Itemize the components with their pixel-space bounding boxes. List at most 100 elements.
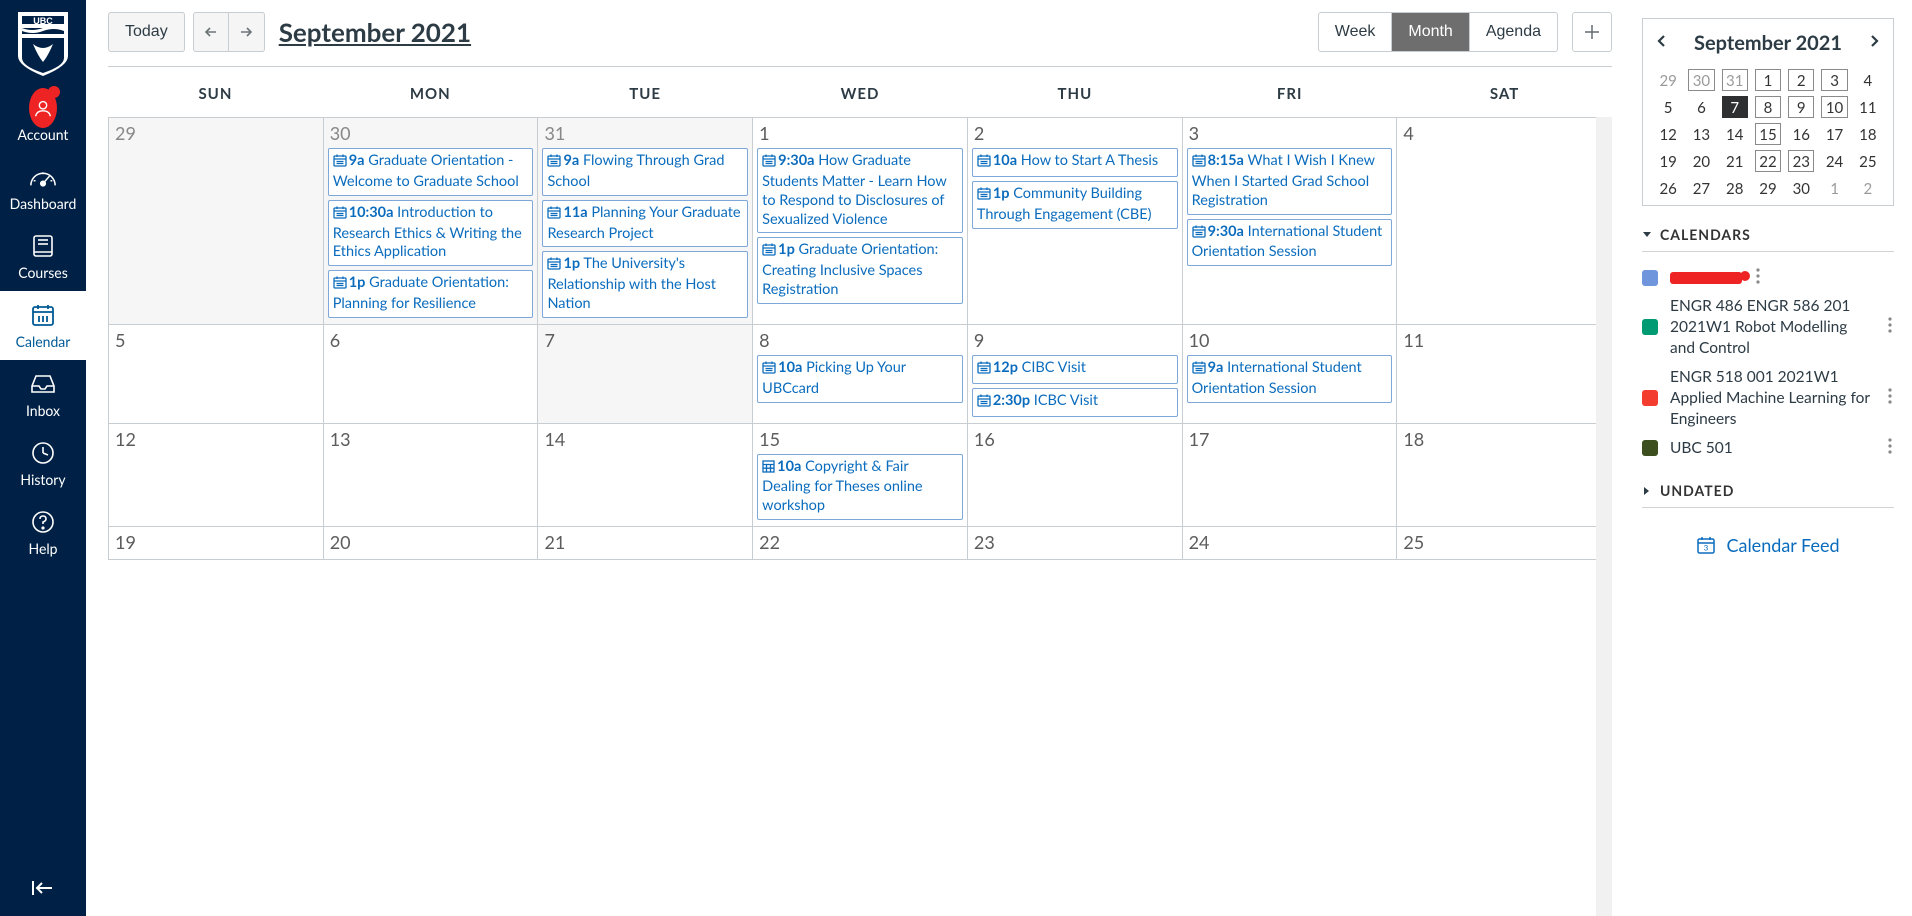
mini-day[interactable]: 1 <box>1821 177 1847 199</box>
nav-dashboard[interactable]: Dashboard <box>0 153 86 222</box>
calendar-event[interactable]: 9:30a How Graduate Students Matter - Lea… <box>757 148 963 233</box>
next-month-button[interactable] <box>229 12 265 52</box>
mini-day[interactable]: 3 <box>1821 69 1847 91</box>
calendar-event[interactable]: 1p Graduate Orientation: Planning for Re… <box>328 270 534 318</box>
calendar-list-item[interactable] <box>1642 264 1894 292</box>
calendar-event[interactable]: 9a Graduate Orientation - Welcome to Gra… <box>328 148 534 196</box>
calendar-options-button[interactable] <box>1886 317 1894 337</box>
calendar-event[interactable]: 8:15a What I Wish I Knew When I Started … <box>1187 148 1393 215</box>
day-cell[interactable]: 14 <box>538 424 753 528</box>
nav-history[interactable]: History <box>0 429 86 498</box>
view-agenda-button[interactable]: Agenda <box>1470 12 1558 52</box>
nav-calendar[interactable]: Calendar <box>0 291 86 360</box>
nav-help[interactable]: Help <box>0 498 86 567</box>
day-cell[interactable]: 29 <box>109 118 324 325</box>
mini-day[interactable]: 8 <box>1755 96 1781 118</box>
mini-day[interactable]: 24 <box>1821 150 1847 172</box>
mini-day[interactable]: 17 <box>1821 123 1847 145</box>
calendar-list-item[interactable]: UBC 501 <box>1642 434 1894 463</box>
mini-day[interactable]: 28 <box>1722 177 1748 199</box>
calendar-feed-link[interactable]: 3 Calendar Feed <box>1642 534 1894 556</box>
calendar-event[interactable]: 1p Community Building Through Engagement… <box>972 181 1178 229</box>
calendar-event[interactable]: 9a International Student Orientation Ses… <box>1187 355 1393 403</box>
mini-day[interactable]: 4 <box>1855 69 1881 91</box>
day-cell[interactable]: 20 <box>324 527 539 560</box>
mini-day[interactable]: 1 <box>1755 69 1781 91</box>
view-week-button[interactable]: Week <box>1318 12 1393 52</box>
mini-day[interactable]: 11 <box>1855 96 1881 118</box>
calendar-event[interactable]: 2:30p ICBC Visit <box>972 388 1178 417</box>
mini-day[interactable]: 15 <box>1755 123 1781 145</box>
mini-day[interactable]: 27 <box>1688 177 1714 199</box>
day-cell[interactable]: 25 <box>1397 527 1612 560</box>
scrollbar[interactable] <box>1596 117 1612 916</box>
day-cell[interactable]: 38:15a What I Wish I Knew When I Started… <box>1183 118 1398 325</box>
mini-prev-button[interactable] <box>1655 34 1669 52</box>
view-month-button[interactable]: Month <box>1392 12 1469 52</box>
calendar-event[interactable]: 12p CIBC Visit <box>972 355 1178 384</box>
mini-day[interactable]: 22 <box>1755 150 1781 172</box>
day-cell[interactable]: 19:30a How Graduate Students Matter - Le… <box>753 118 968 325</box>
day-cell[interactable]: 5 <box>109 325 324 424</box>
day-cell[interactable]: 13 <box>324 424 539 528</box>
ubc-logo[interactable]: UBC <box>16 10 70 78</box>
day-cell[interactable]: 17 <box>1183 424 1398 528</box>
calendar-event[interactable]: 10a Picking Up Your UBCcard <box>757 355 963 403</box>
today-button[interactable]: Today <box>108 12 185 52</box>
month-picker[interactable]: September 2021 <box>279 16 471 48</box>
mini-day[interactable]: 16 <box>1788 123 1814 145</box>
day-cell[interactable]: 24 <box>1183 527 1398 560</box>
calendar-options-button[interactable] <box>1886 438 1894 458</box>
mini-day[interactable]: 7 <box>1722 96 1748 118</box>
day-cell[interactable]: 19 <box>109 527 324 560</box>
add-event-button[interactable] <box>1572 12 1612 52</box>
mini-day[interactable]: 26 <box>1655 177 1681 199</box>
calendar-list-item[interactable]: ENGR 486 ENGR 586 201 2021W1 Robot Model… <box>1642 292 1894 363</box>
mini-day[interactable]: 18 <box>1855 123 1881 145</box>
day-cell[interactable]: 912p CIBC Visit2:30p ICBC Visit <box>968 325 1183 424</box>
day-cell[interactable]: 4 <box>1397 118 1612 325</box>
mini-day[interactable]: 13 <box>1688 123 1714 145</box>
mini-day[interactable]: 30 <box>1688 69 1714 91</box>
mini-day[interactable]: 2 <box>1788 69 1814 91</box>
mini-day[interactable]: 20 <box>1688 150 1714 172</box>
mini-day[interactable]: 9 <box>1788 96 1814 118</box>
nav-account[interactable]: Account <box>0 84 86 153</box>
mini-day[interactable]: 12 <box>1655 123 1681 145</box>
day-cell[interactable]: 21 <box>538 527 753 560</box>
undated-section-toggle[interactable]: UNDATED <box>1642 482 1894 508</box>
day-cell[interactable]: 18 <box>1397 424 1612 528</box>
day-cell[interactable]: 16 <box>968 424 1183 528</box>
nav-courses[interactable]: Courses <box>0 222 86 291</box>
mini-day[interactable]: 29 <box>1755 177 1781 199</box>
day-cell[interactable]: 11 <box>1397 325 1612 424</box>
calendar-event[interactable]: 11a Planning Your Graduate Research Proj… <box>542 200 748 248</box>
day-cell[interactable]: 6 <box>324 325 539 424</box>
mini-day[interactable]: 5 <box>1655 96 1681 118</box>
nav-inbox[interactable]: Inbox <box>0 360 86 429</box>
mini-day[interactable]: 29 <box>1655 69 1681 91</box>
mini-next-button[interactable] <box>1867 34 1881 52</box>
calendar-list-item[interactable]: ENGR 518 001 2021W1 Applied Machine Lear… <box>1642 363 1894 434</box>
day-cell[interactable]: 319a Flowing Through Grad School11a Plan… <box>538 118 753 325</box>
mini-day[interactable]: 6 <box>1688 96 1714 118</box>
mini-day[interactable]: 19 <box>1655 150 1681 172</box>
calendars-section-toggle[interactable]: CALENDARS <box>1642 226 1894 252</box>
calendar-event[interactable]: 9:30a International Student Orientation … <box>1187 219 1393 267</box>
calendar-event[interactable]: 10a Copyright & Fair Dealing for Theses … <box>757 454 963 521</box>
day-cell[interactable]: 309a Graduate Orientation - Welcome to G… <box>324 118 539 325</box>
mini-day[interactable]: 23 <box>1788 150 1814 172</box>
mini-day[interactable]: 30 <box>1788 177 1814 199</box>
calendar-options-button[interactable] <box>1886 388 1894 408</box>
day-cell[interactable]: 109a International Student Orientation S… <box>1183 325 1398 424</box>
day-cell[interactable]: 22 <box>753 527 968 560</box>
calendar-event[interactable]: 10a How to Start A Thesis <box>972 148 1178 177</box>
day-cell[interactable]: 23 <box>968 527 1183 560</box>
calendar-options-button[interactable] <box>1754 268 1762 288</box>
day-cell[interactable]: 7 <box>538 325 753 424</box>
mini-day[interactable]: 25 <box>1855 150 1881 172</box>
calendar-event[interactable]: 10:30a Introduction to Research Ethics &… <box>328 200 534 267</box>
day-cell[interactable]: 1510a Copyright & Fair Dealing for These… <box>753 424 968 528</box>
mini-day[interactable]: 2 <box>1855 177 1881 199</box>
day-cell[interactable]: 810a Picking Up Your UBCcard <box>753 325 968 424</box>
